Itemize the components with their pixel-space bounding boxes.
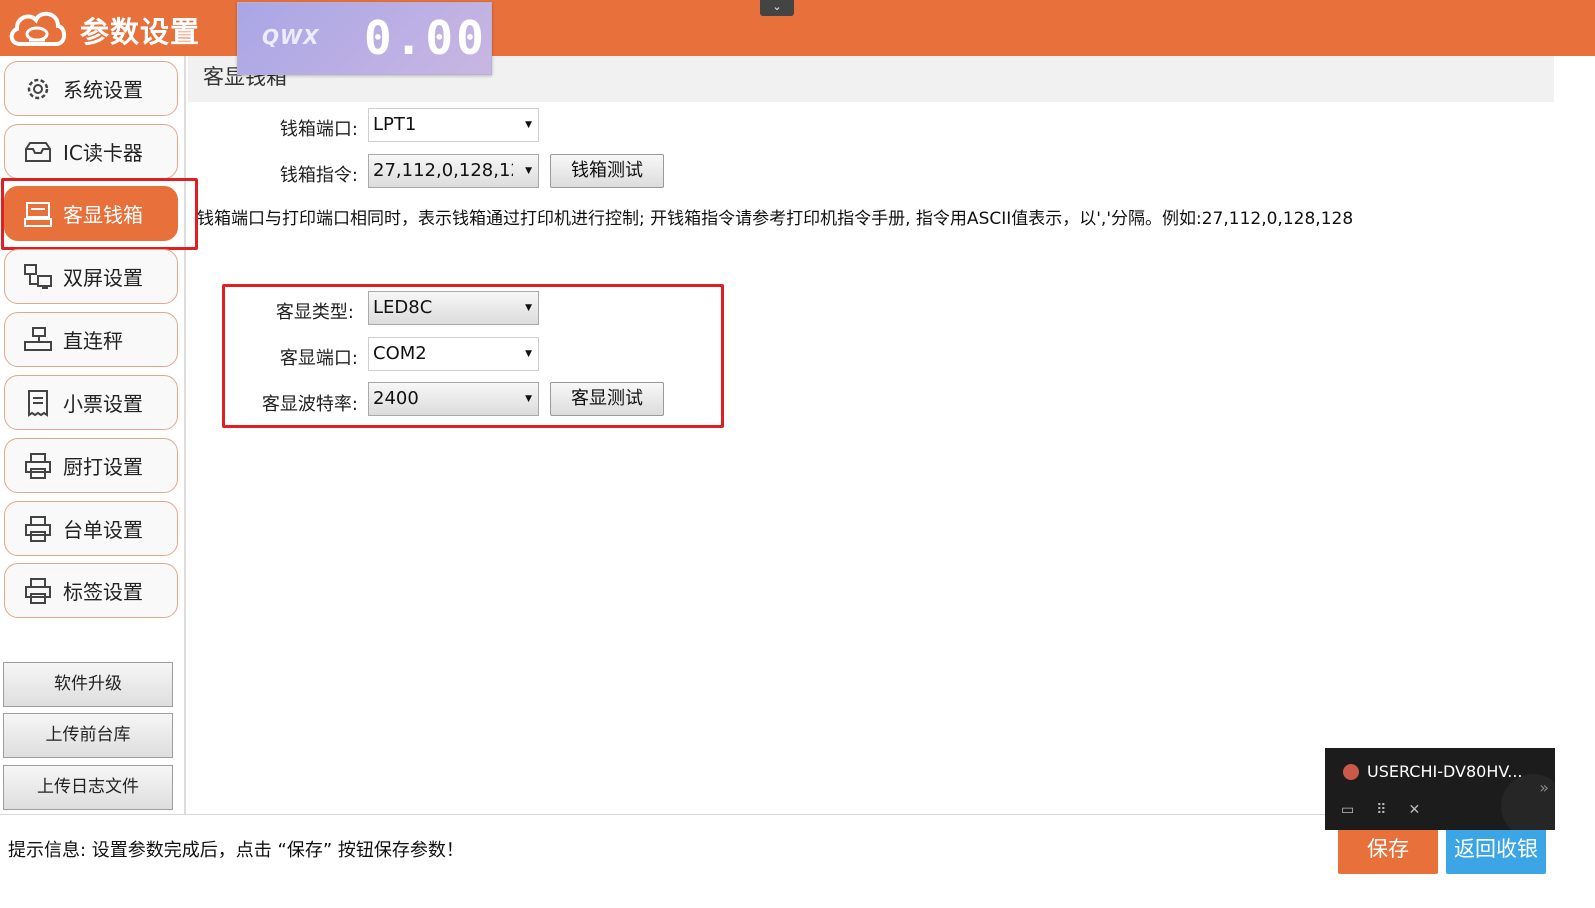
sidebar-item-label-settings[interactable]: 标签设置 <box>4 563 178 618</box>
return-to-cashier-button[interactable]: 返回收银 <box>1446 828 1546 874</box>
sidebar-item-dual-screen[interactable]: 双屏设置 <box>4 249 178 304</box>
sidebar-item-kitchen-print[interactable]: 厨打设置 <box>4 438 178 493</box>
app-title: 参数设置 <box>80 15 201 49</box>
sidebar-item-customer-display-cash-drawer[interactable]: 客显钱箱 <box>4 186 178 241</box>
sidebar-item-receipt[interactable]: 小票设置 <box>4 375 178 430</box>
dropdown-arrow-icon: ▼ <box>525 166 532 176</box>
save-button[interactable]: 保存 <box>1338 828 1438 874</box>
display-port-select[interactable]: COM2 ▼ <box>368 337 539 371</box>
cash-drawer-command-label: 钱箱指令: <box>279 165 358 186</box>
hint-message: 提示信息: 设置参数完成后，点击 “保存” 按钮保存参数！ <box>8 840 464 861</box>
cash-drawer-note: 钱箱端口与打印端口相同时，表示钱箱通过打印机进行控制; 开钱箱指令请参考打印机指… <box>197 209 1354 229</box>
display-test-button[interactable]: 客显测试 <box>550 382 664 416</box>
dropdown-arrow-icon: ▼ <box>525 303 532 313</box>
grid-icon[interactable]: ⠿ <box>1376 802 1386 818</box>
cash-drawer-port-label: 钱箱端口: <box>279 119 358 140</box>
software-upgrade-button[interactable]: 软件升级 <box>3 662 173 707</box>
sidebar-item-label: 标签设置 <box>63 580 143 604</box>
cash-drawer-icon <box>21 197 55 231</box>
dropdown-arrow-icon: ▼ <box>525 394 532 404</box>
cash-drawer-port-select[interactable]: LPT1 ▼ <box>368 108 539 142</box>
sidebar-item-ic-reader[interactable]: IC读卡器 <box>4 124 178 179</box>
display-type-label: 客显类型: <box>275 302 354 323</box>
sidebar-item-label: 小票设置 <box>63 392 143 416</box>
cash-drawer-command-select[interactable]: 27,112,0,128,128 ▼ <box>368 154 539 188</box>
display-baud-label: 客显波特率: <box>261 394 358 415</box>
sidebar-item-label: 系统设置 <box>63 78 143 102</box>
scale-icon <box>21 323 55 357</box>
footer-divider <box>0 814 1325 815</box>
remote-session-widget[interactable]: USERCHI-DV80HV... » ▭ ⠿ ✕ <box>1325 748 1555 830</box>
sidebar-item-label: 直连秤 <box>63 329 123 353</box>
display-port-label: 客显端口: <box>279 348 358 369</box>
display-baud-select[interactable]: 2400 ▼ <box>368 382 539 416</box>
dropdown-arrow-icon: ▼ <box>525 349 532 359</box>
close-icon[interactable]: ✕ <box>1409 802 1421 818</box>
display-brand: QWX <box>262 25 320 49</box>
remote-toolbar: ▭ ⠿ ✕ <box>1341 802 1420 818</box>
cloud-logo-icon <box>6 4 68 52</box>
sidebar-item-table-order[interactable]: 台单设置 <box>4 501 178 556</box>
sidebar-item-label: 双屏设置 <box>63 266 143 290</box>
sidebar-item-label: 台单设置 <box>63 518 143 542</box>
sidebar-item-system-settings[interactable]: 系统设置 <box>4 61 178 116</box>
sidebar-item-label: IC读卡器 <box>63 141 143 165</box>
display-type-select[interactable]: LED8C ▼ <box>368 291 539 325</box>
printer-icon <box>21 574 55 608</box>
remote-user-name: USERCHI-DV80HV... <box>1367 762 1523 781</box>
printer-icon <box>21 512 55 546</box>
dual-screen-icon <box>21 260 55 294</box>
chat-icon[interactable]: ▭ <box>1341 802 1354 818</box>
chevron-down-icon[interactable]: ⌄ <box>760 0 794 16</box>
chevron-right-icon[interactable]: » <box>1539 778 1549 797</box>
printer-icon <box>21 449 55 483</box>
sidebar-item-label: 客显钱箱 <box>63 203 143 227</box>
upload-front-db-button[interactable]: 上传前台库 <box>3 713 173 758</box>
card-reader-icon <box>21 135 55 169</box>
upload-log-button[interactable]: 上传日志文件 <box>3 765 173 810</box>
sidebar-item-label: 厨打设置 <box>63 455 143 479</box>
receipt-icon <box>21 386 55 420</box>
user-avatar-icon <box>1343 764 1359 780</box>
dropdown-arrow-icon: ▼ <box>525 120 532 130</box>
cash-drawer-test-button[interactable]: 钱箱测试 <box>550 154 664 188</box>
sidebar-item-scale[interactable]: 直连秤 <box>4 312 178 367</box>
gear-icon <box>21 72 55 106</box>
display-value: 0.00 <box>364 11 487 65</box>
customer-display-preview: QWX 0.00 <box>237 2 492 75</box>
